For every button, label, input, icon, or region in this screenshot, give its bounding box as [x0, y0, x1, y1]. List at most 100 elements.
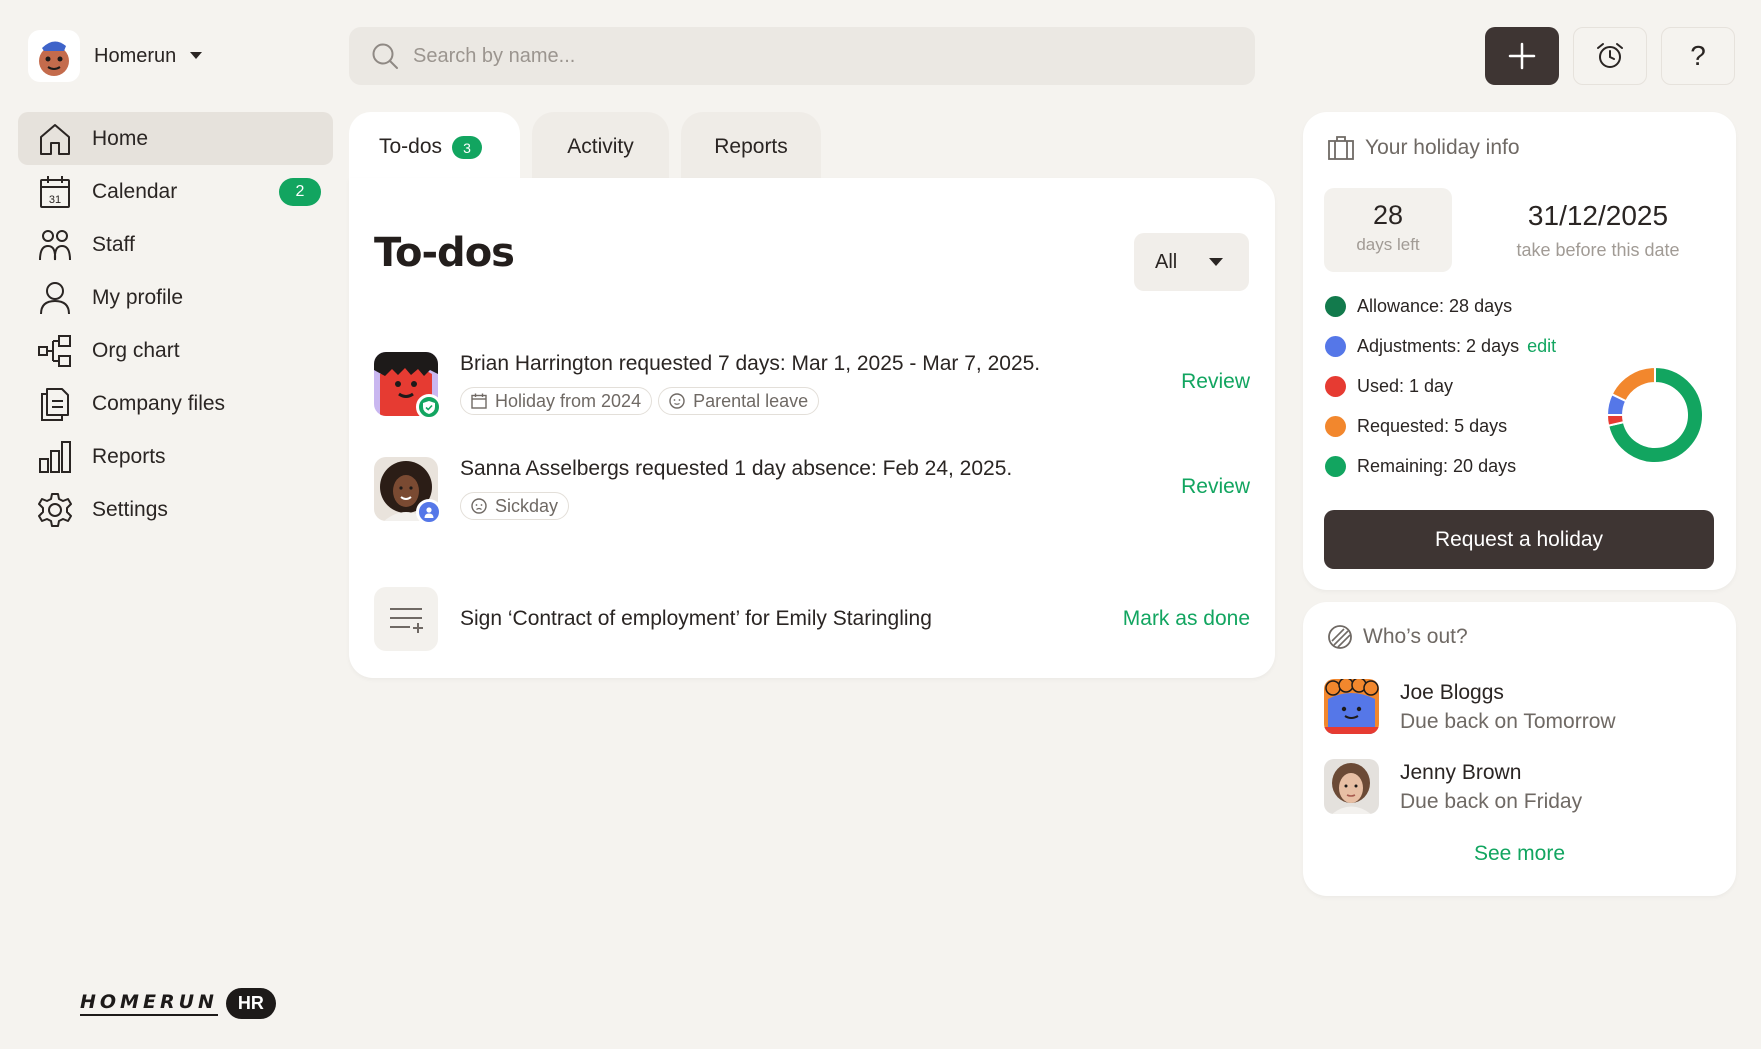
sidebar-item-label: Reports [92, 444, 166, 468]
chevron-down-icon [190, 52, 203, 59]
user-icon [36, 279, 74, 317]
help-icon: ? [1690, 40, 1706, 71]
chip-leave-type: Sickday [460, 492, 570, 520]
sidebar-item-staff[interactable]: Staff [18, 218, 333, 271]
see-more-link[interactable]: See more [1303, 842, 1736, 866]
legend-used: Used: 1 day [1325, 374, 1453, 398]
avatar [1324, 679, 1379, 734]
todo-item: Sanna Asselbergs requested 1 day absence… [374, 457, 1250, 525]
legend-allowance: Allowance: 28 days [1325, 294, 1512, 318]
alarm-clock-icon [1597, 43, 1623, 68]
add-button[interactable] [1485, 27, 1559, 85]
help-button[interactable]: ? [1661, 27, 1735, 85]
plus-icon [1508, 42, 1536, 70]
review-button[interactable]: Review [1181, 370, 1250, 394]
filter-dropdown[interactable]: All [1134, 233, 1249, 291]
sidebar-item-calendar[interactable]: 31 Calendar 2 [18, 165, 333, 218]
todo-text: Sanna Asselbergs requested 1 day absence… [460, 457, 1013, 480]
brand-avatar [28, 30, 80, 82]
reminders-button[interactable] [1573, 27, 1647, 85]
legend-label: Adjustments: 2 days [1357, 335, 1520, 356]
sidebar-item-label: Company files [92, 391, 226, 415]
tab-reports[interactable]: Reports [681, 112, 821, 182]
deadline-label: take before this date [1516, 240, 1680, 260]
legend-label: Allowance: 28 days [1357, 295, 1513, 316]
sidebar-item-org-chart[interactable]: Org chart [18, 324, 333, 377]
donut-slice-requested [1610, 365, 1656, 403]
sidebar-item-home[interactable]: Home [18, 112, 333, 165]
person-row[interactable]: Joe Bloggs Due back on Tomorrow [1324, 679, 1724, 739]
calendar-icon: 31 [36, 173, 74, 211]
deadline-box: 31/12/2025 take before this date [1478, 200, 1718, 261]
whos-out-card: Who’s out? Joe Bloggs Due back on Tomorr… [1303, 602, 1736, 896]
search-input[interactable] [411, 43, 1235, 69]
holiday-donut-chart [1605, 365, 1704, 464]
person-row[interactable]: Jenny Brown Due back on Friday [1324, 759, 1724, 819]
suitcase-icon [1328, 136, 1354, 160]
user-icon [416, 499, 442, 525]
sidebar-item-label: Staff [92, 232, 135, 256]
legend-label: Remaining: 20 days [1357, 455, 1517, 476]
todos-count-badge: 3 [452, 136, 483, 159]
legend-label: Used: 1 day [1357, 375, 1454, 396]
legend-dot [1325, 335, 1346, 357]
tab-label: To-dos [379, 135, 443, 158]
deadline-value: 31/12/2025 [1527, 200, 1669, 231]
legend-remaining: Remaining: 20 days [1325, 454, 1516, 478]
staff-icon [36, 226, 74, 264]
calendar-count-badge: 2 [279, 178, 321, 206]
chevron-down-icon [1209, 257, 1224, 266]
legend-adjustments: Adjustments: 2 days edit [1325, 334, 1556, 358]
card-title: Your holiday info [1365, 136, 1520, 159]
legend-dot [1325, 415, 1346, 437]
tab-activity[interactable]: Activity [532, 112, 669, 182]
tab-todos[interactable]: To-dos 3 [349, 112, 520, 182]
brand-name: Homerun [94, 44, 177, 67]
avatar [1324, 759, 1379, 814]
files-icon [36, 385, 74, 423]
filter-value: All [1155, 250, 1178, 273]
chip-leave-type: Parental leave [658, 387, 820, 415]
sidebar-item-label: Calendar [92, 179, 178, 203]
legend-dot [1325, 455, 1346, 477]
task-icon [374, 587, 438, 651]
sidebar-item-my-profile[interactable]: My profile [18, 271, 333, 324]
chip-label: Sickday [495, 495, 559, 516]
person-name: Jenny Brown [1400, 761, 1522, 784]
tab-label: Reports [714, 135, 788, 158]
legend-dot [1325, 375, 1346, 397]
baby-face-icon [669, 393, 685, 409]
card-title: Who’s out? [1363, 625, 1468, 648]
tab-label: Activity [567, 135, 634, 158]
search-bar[interactable] [349, 27, 1255, 85]
review-button[interactable]: Review [1181, 475, 1250, 499]
workspace-switcher[interactable]: Homerun [28, 30, 203, 82]
days-left-box: 28 days left [1324, 188, 1452, 272]
footer-logo: HOMERUN HR [80, 988, 276, 1019]
edit-adjustments-link[interactable]: edit [1527, 336, 1556, 357]
sidebar-item-company-files[interactable]: Company files [18, 377, 333, 430]
sidebar-item-label: My profile [92, 285, 184, 309]
calendar-date-number: 31 [49, 194, 61, 206]
sidebar-item-label: Org chart [92, 338, 180, 362]
shield-icon [416, 394, 442, 420]
person-due-back: Due back on Tomorrow [1400, 710, 1616, 733]
sidebar-item-label: Settings [92, 497, 168, 521]
todos-panel: To-dos All Brian Harrington requested 7 … [349, 178, 1275, 678]
whos-out-header: Who’s out? [1327, 624, 1468, 650]
request-holiday-button[interactable]: Request a holiday [1324, 510, 1714, 569]
sidebar-item-reports[interactable]: Reports [18, 430, 333, 483]
chip-holiday-from: Holiday from 2024 [460, 387, 653, 415]
org-chart-icon [36, 332, 74, 370]
hatched-circle-icon [1328, 625, 1352, 649]
search-icon [372, 43, 398, 69]
home-icon [36, 120, 74, 158]
todo-item: Sign ‘Contract of employment’ for Emily … [374, 587, 1250, 653]
sick-face-icon [471, 498, 487, 514]
sidebar-item-settings[interactable]: Settings [18, 483, 333, 536]
todo-item: Brian Harrington requested 7 days: Mar 1… [374, 352, 1250, 420]
todo-text: Sign ‘Contract of employment’ for Emily … [460, 607, 932, 630]
legend-label: Requested: 5 days [1357, 415, 1508, 436]
legend-requested: Requested: 5 days [1325, 414, 1507, 438]
mark-as-done-button[interactable]: Mark as done [1123, 607, 1250, 631]
